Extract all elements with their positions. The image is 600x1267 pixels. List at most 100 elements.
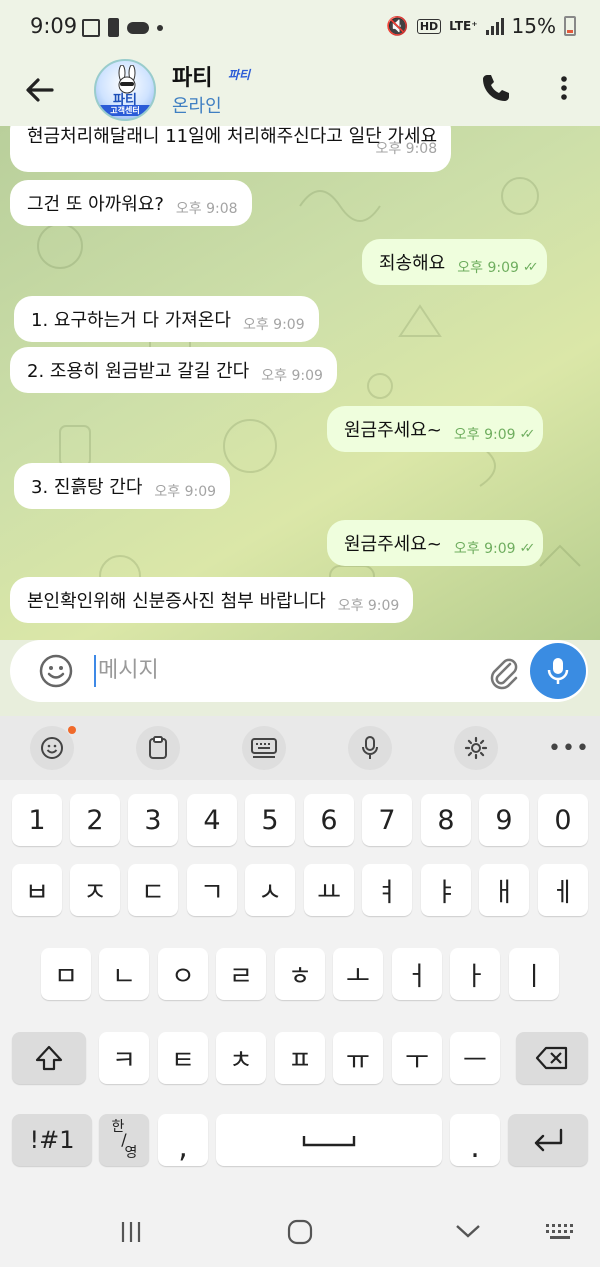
period-key[interactable]: .: [450, 1114, 500, 1166]
comma-key[interactable]: ,: [158, 1114, 208, 1166]
keyboard-settings-button[interactable]: [454, 726, 498, 770]
enter-icon: [534, 1128, 563, 1152]
chat-header: 파티 고객센터 파티 파티 온라인: [0, 56, 600, 126]
key[interactable]: 3: [128, 794, 178, 846]
avatar-subtitle: 고객센터: [96, 105, 154, 116]
key[interactable]: ㄱ: [187, 864, 237, 916]
key[interactable]: 2: [70, 794, 120, 846]
keyboard-hide-icon[interactable]: [545, 1222, 575, 1242]
signal-icon: [485, 17, 504, 35]
message-bubble-outgoing[interactable]: 죄송해요 오후 9:09 ✓✓: [362, 239, 547, 285]
space-key[interactable]: [216, 1114, 442, 1166]
lang-slash: /: [121, 1130, 127, 1149]
system-navigation-bar: [0, 1196, 600, 1267]
hd-voice-icon: HD: [416, 18, 442, 34]
emoji-icon: [41, 737, 63, 759]
key[interactable]: ㅇ: [158, 948, 208, 1000]
key[interactable]: ㅗ: [333, 948, 383, 1000]
shift-key[interactable]: [12, 1032, 86, 1084]
settings-icon: [464, 736, 488, 760]
key[interactable]: ㅏ: [450, 948, 500, 1000]
keyboard-emoji-button[interactable]: [30, 726, 74, 770]
key[interactable]: ㅠ: [333, 1032, 383, 1084]
composer-pill: 메시지: [10, 640, 588, 702]
composer-bar: 메시지: [0, 640, 600, 716]
key[interactable]: ㅊ: [216, 1032, 266, 1084]
battery-notification-icon: [108, 18, 119, 37]
keyboard-mode-button[interactable]: [242, 726, 286, 770]
message-input[interactable]: 메시지: [94, 655, 474, 687]
backspace-key[interactable]: [516, 1032, 588, 1084]
key[interactable]: ㅜ: [392, 1032, 442, 1084]
message-bubble[interactable]: 현금처리해달래니 11일에 처리해주신다고 일단 가세요 오후 9:08: [10, 126, 452, 172]
key[interactable]: 5: [245, 794, 295, 846]
keyboard-icon: [251, 738, 277, 758]
message-bubble[interactable]: 1. 요구하는거 다 가져온다 오후 9:09: [14, 296, 319, 342]
more-options-icon[interactable]: •••: [548, 736, 590, 761]
read-receipt-icon: ✓✓: [522, 259, 539, 275]
key[interactable]: ㅐ: [479, 864, 529, 916]
key[interactable]: ㅡ: [450, 1032, 500, 1084]
recent-apps-icon[interactable]: [119, 1220, 143, 1244]
key[interactable]: ㅓ: [392, 948, 442, 1000]
key[interactable]: ㅅ: [245, 864, 295, 916]
lang-bottom-label: 영: [124, 1145, 138, 1161]
attach-paperclip-icon[interactable]: [486, 652, 520, 690]
key[interactable]: ㅍ: [275, 1032, 325, 1084]
notification-dot: [68, 726, 76, 734]
key[interactable]: 9: [479, 794, 529, 846]
mute-icon: 🔇: [386, 15, 409, 37]
back-arrow-icon[interactable]: [20, 70, 60, 110]
message-bubble[interactable]: 그건 또 아까워요? 오후 9:08: [10, 180, 252, 226]
keyboard-voice-button[interactable]: [348, 726, 392, 770]
message-bubble-outgoing[interactable]: 원금주세요~ 오후 9:09 ✓✓: [327, 406, 544, 452]
gallery-notification-icon: [82, 18, 100, 37]
enter-key[interactable]: [508, 1114, 588, 1166]
mic-icon: [362, 736, 378, 759]
key[interactable]: 8: [421, 794, 471, 846]
language-switch-key[interactable]: 한 / 영: [99, 1114, 149, 1166]
key[interactable]: ㅎ: [275, 948, 325, 1000]
message-bubble-outgoing[interactable]: 원금주세요~ 오후 9:09 ✓✓: [327, 520, 544, 566]
key[interactable]: 4: [187, 794, 237, 846]
key[interactable]: 7: [362, 794, 412, 846]
more-vertical-icon[interactable]: [552, 72, 576, 104]
backspace-icon: [535, 1046, 568, 1070]
key[interactable]: ㅕ: [362, 864, 412, 916]
avatar[interactable]: 파티 고객센터: [94, 59, 156, 121]
back-chevron-icon[interactable]: [455, 1222, 481, 1240]
more-notifications-icon: [157, 24, 163, 31]
key[interactable]: ㅌ: [158, 1032, 208, 1084]
key[interactable]: ㅋ: [99, 1032, 149, 1084]
key[interactable]: ㅔ: [538, 864, 588, 916]
symbols-key[interactable]: !#1: [12, 1114, 92, 1166]
chat-title[interactable]: 파티: [172, 60, 212, 92]
key[interactable]: ㅈ: [70, 864, 120, 916]
message-bubble[interactable]: 3. 진흙탕 간다 오후 9:09: [14, 463, 231, 509]
title-badge-logo: 파티: [228, 68, 251, 82]
home-icon[interactable]: [286, 1218, 314, 1246]
message-bubble[interactable]: 2. 조용히 원금받고 갈길 간다 오후 9:09: [10, 347, 337, 393]
key[interactable]: ㅣ: [509, 948, 559, 1000]
key[interactable]: 1: [12, 794, 62, 846]
phone-icon[interactable]: [480, 72, 512, 104]
status-time: 9:09: [30, 14, 78, 38]
key[interactable]: ㄴ: [99, 948, 149, 1000]
key[interactable]: ㅑ: [421, 864, 471, 916]
key[interactable]: ㅁ: [41, 948, 91, 1000]
key[interactable]: 6: [304, 794, 354, 846]
message-list[interactable]: 현금처리해달래니 11일에 처리해주신다고 일단 가세요 오후 9:08 그건 …: [0, 126, 600, 640]
key[interactable]: ㄹ: [216, 948, 266, 1000]
voice-record-button[interactable]: [530, 643, 586, 699]
clipboard-icon: [149, 736, 167, 759]
keyboard-toolbar: •••: [0, 716, 600, 780]
message-bubble[interactable]: 본인확인위해 신분증사진 첨부 바랍니다 오후 9:09: [10, 577, 414, 623]
key[interactable]: 0: [538, 794, 588, 846]
key[interactable]: ㅛ: [304, 864, 354, 916]
keyboard-clipboard-button[interactable]: [136, 726, 180, 770]
key[interactable]: ㅂ: [12, 864, 62, 916]
battery-icon: [564, 16, 576, 36]
key[interactable]: ㄷ: [128, 864, 178, 916]
emoji-icon[interactable]: [38, 653, 74, 689]
cloud-icon: [127, 21, 149, 34]
